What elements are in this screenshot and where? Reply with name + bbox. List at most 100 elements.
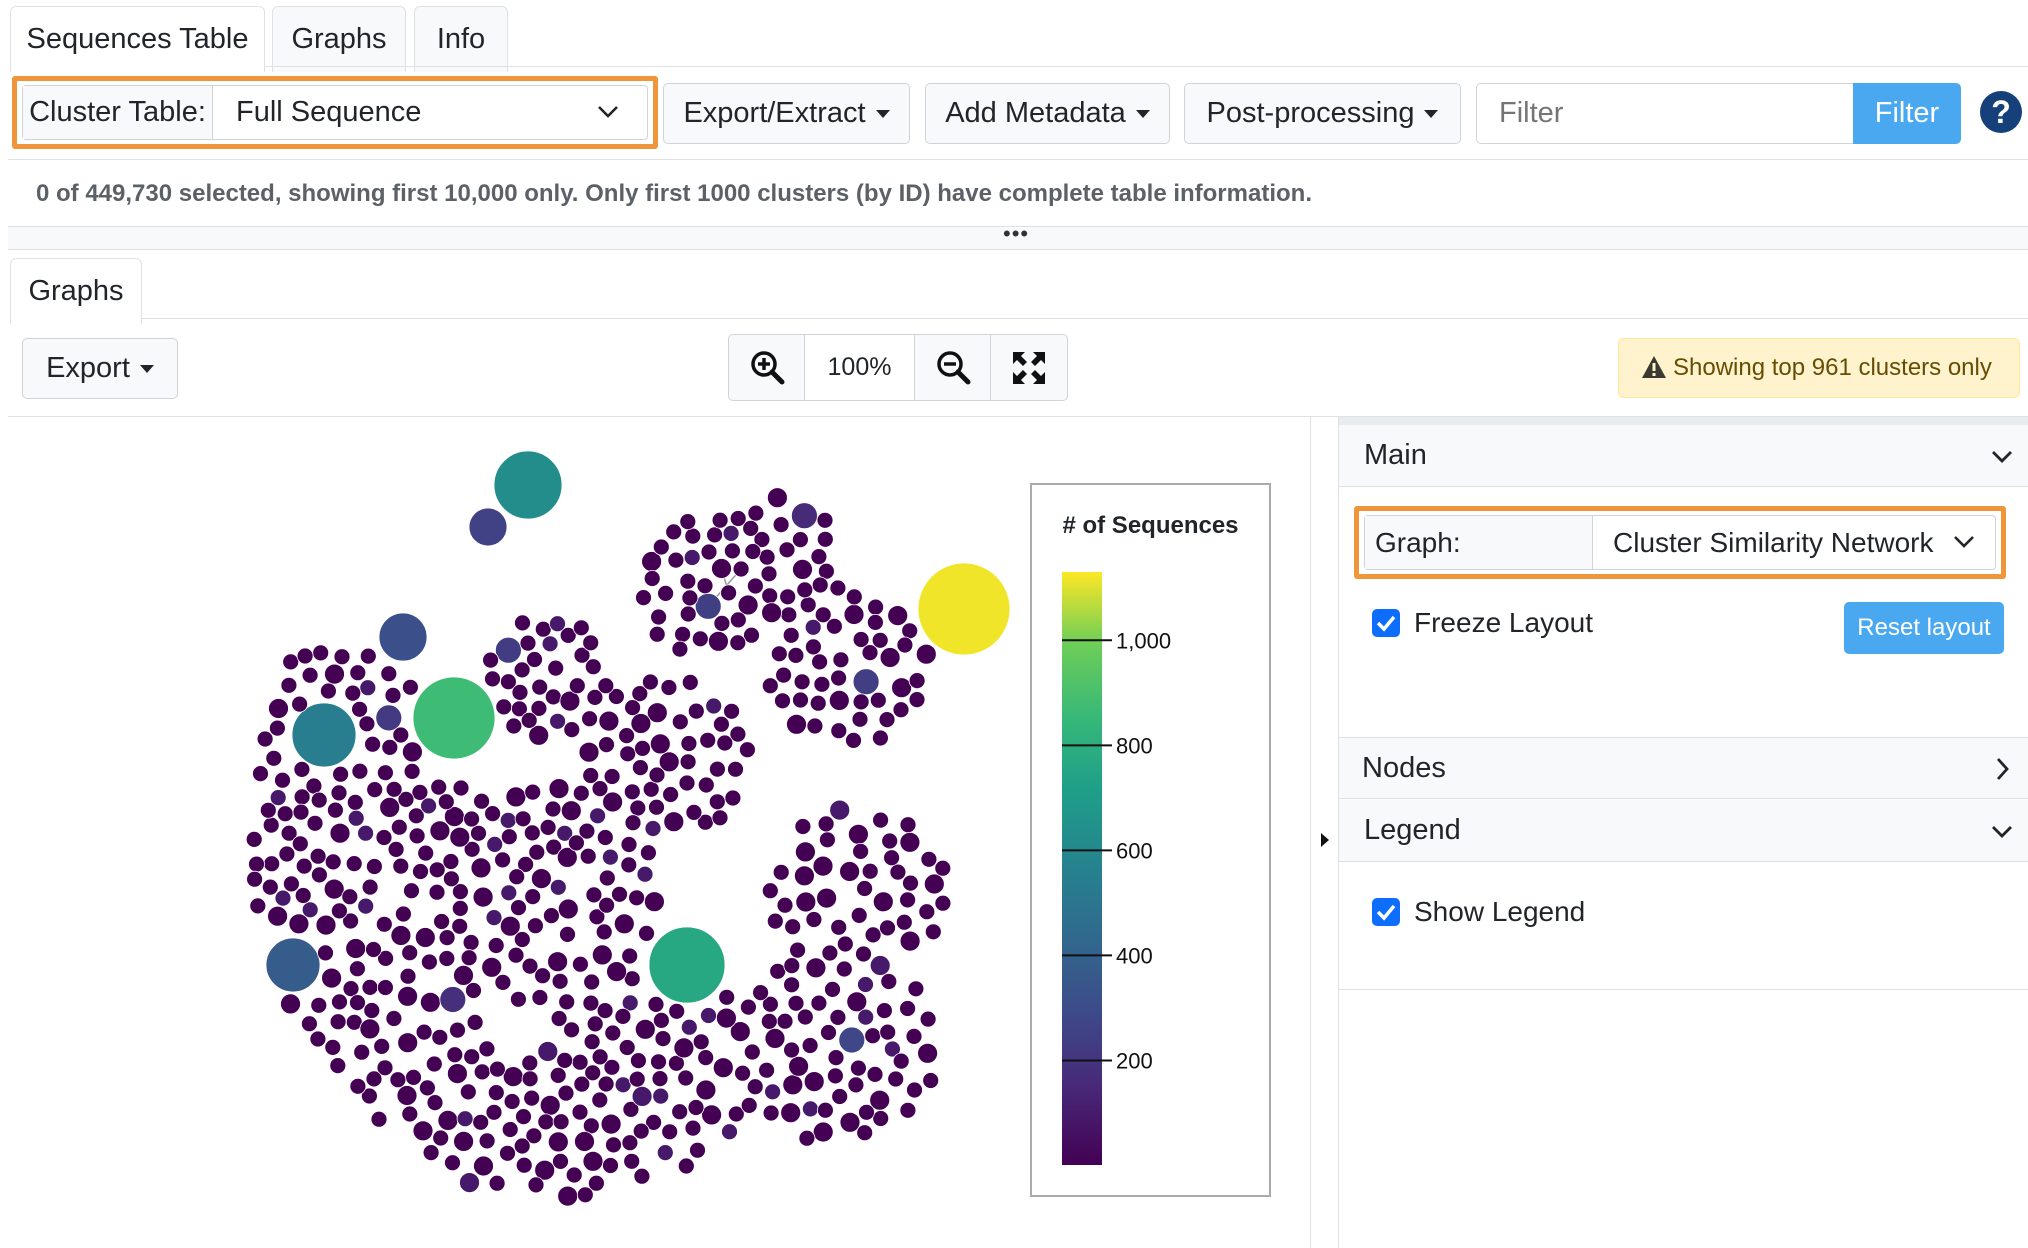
cluster-node[interactable]	[572, 784, 590, 802]
cluster-node[interactable]	[473, 1063, 491, 1081]
cluster-node[interactable]	[312, 644, 330, 662]
cluster-node[interactable]	[817, 815, 835, 833]
cluster-node[interactable]	[397, 1032, 419, 1054]
cluster-node[interactable]	[852, 842, 869, 860]
cluster-node[interactable]	[648, 798, 665, 816]
cluster-node[interactable]	[556, 1052, 574, 1069]
cluster-node[interactable]	[547, 659, 565, 677]
cluster-node[interactable]	[268, 719, 286, 737]
nodes-section-header[interactable]: Nodes	[1339, 737, 2028, 799]
cluster-node[interactable]	[488, 1060, 506, 1078]
cluster-node[interactable]	[787, 646, 805, 664]
cluster-node[interactable]	[523, 824, 541, 842]
cluster-node[interactable]	[392, 726, 410, 744]
cluster-node[interactable]	[908, 691, 926, 709]
cluster-node[interactable]	[315, 914, 337, 936]
cluster-node[interactable]	[401, 678, 419, 696]
cluster-node[interactable]	[300, 1015, 318, 1033]
cluster-node[interactable]	[246, 870, 264, 888]
cluster-node[interactable]	[879, 1023, 897, 1041]
cluster-node[interactable]	[774, 692, 791, 710]
cluster-node[interactable]	[291, 695, 309, 713]
cluster-node[interactable]	[716, 1007, 737, 1029]
cluster-node[interactable]	[806, 717, 824, 735]
cluster-node[interactable]	[505, 786, 527, 808]
cluster-node[interactable]	[256, 730, 274, 748]
cluster-node[interactable]	[579, 847, 597, 865]
cluster-node[interactable]	[602, 1157, 619, 1174]
cluster-node[interactable]	[390, 925, 412, 946]
cluster-node[interactable]	[772, 516, 790, 533]
cluster-node[interactable]	[412, 863, 429, 880]
cluster-node[interactable]	[309, 847, 327, 865]
cluster-node[interactable]	[408, 827, 426, 845]
cluster-node[interactable]	[618, 1039, 636, 1056]
cluster-node[interactable]	[431, 1028, 449, 1046]
cluster-node[interactable]	[647, 996, 665, 1013]
cluster-node[interactable]	[802, 1100, 819, 1118]
cluster-node[interactable]	[572, 955, 589, 973]
cluster-node[interactable]	[403, 762, 421, 780]
cluster-node[interactable]	[507, 946, 525, 964]
cluster-node[interactable]	[770, 645, 788, 663]
cluster-node[interactable]	[459, 1172, 480, 1193]
cluster-node[interactable]	[697, 1049, 715, 1066]
cluster-node[interactable]	[811, 576, 829, 594]
cluster-node[interactable]	[663, 811, 685, 833]
cluster-node[interactable]	[648, 766, 666, 784]
cluster-node[interactable]	[296, 647, 314, 665]
cluster-node[interactable]	[531, 678, 549, 696]
cluster-node[interactable]	[324, 853, 342, 871]
cluster-node[interactable]	[583, 973, 601, 991]
cluster-node[interactable]	[764, 1083, 781, 1101]
cluster-node[interactable]	[549, 615, 566, 633]
cluster-node[interactable]	[373, 1038, 391, 1055]
cluster-node[interactable]	[329, 822, 351, 844]
cluster-node[interactable]	[401, 741, 423, 763]
cluster-node[interactable]	[598, 896, 615, 914]
cluster-node[interactable]	[618, 727, 635, 745]
cluster-node[interactable]	[568, 677, 586, 695]
cluster-node[interactable]	[591, 1048, 609, 1066]
cluster-node[interactable]	[906, 1081, 923, 1099]
cluster-node[interactable]	[758, 1061, 775, 1079]
cluster-node[interactable]	[282, 653, 300, 671]
cluster-node[interactable]	[934, 894, 952, 912]
cluster-node[interactable]	[891, 677, 912, 699]
tab-info[interactable]: Info	[414, 6, 508, 72]
cluster-node[interactable]	[724, 789, 742, 807]
cluster-node[interactable]	[252, 765, 269, 783]
legend-section-header[interactable]: Legend	[1339, 800, 2028, 862]
cluster-node[interactable]	[867, 613, 884, 631]
cluster-node[interactable]	[827, 1049, 845, 1066]
cluster-node[interactable]	[481, 956, 503, 978]
cluster-node[interactable]	[829, 579, 847, 597]
cluster-node[interactable]	[872, 811, 889, 829]
cluster-node[interactable]	[633, 1167, 651, 1185]
filter-input[interactable]	[1476, 83, 1854, 144]
cluster-node[interactable]	[684, 1119, 702, 1137]
cluster-node[interactable]	[539, 1094, 561, 1116]
cluster-node[interactable]	[899, 1000, 916, 1017]
cluster-node[interactable]	[650, 1053, 667, 1071]
cluster-node[interactable]	[867, 598, 884, 616]
cluster-node[interactable]	[361, 878, 379, 896]
cluster-node[interactable]	[678, 774, 696, 792]
cluster-node[interactable]	[534, 967, 551, 985]
cluster-node[interactable]	[732, 560, 750, 578]
cluster-node[interactable]	[324, 1039, 342, 1056]
cluster-node[interactable]	[363, 1002, 381, 1019]
cluster-node[interactable]	[742, 520, 760, 537]
cluster-node[interactable]	[620, 856, 638, 874]
cluster-node[interactable]	[857, 976, 874, 993]
cluster-node[interactable]	[689, 1141, 706, 1159]
cluster-node[interactable]	[248, 855, 265, 873]
cluster-node[interactable]	[829, 799, 851, 821]
cluster-node[interactable]	[548, 778, 570, 800]
cluster-node[interactable]	[796, 581, 814, 599]
cluster-node[interactable]	[444, 1154, 461, 1172]
cluster-node[interactable]	[624, 814, 642, 832]
cluster-node[interactable]	[767, 487, 788, 509]
zoom-in-button[interactable]	[729, 335, 805, 400]
cluster-node[interactable]	[683, 549, 701, 566]
